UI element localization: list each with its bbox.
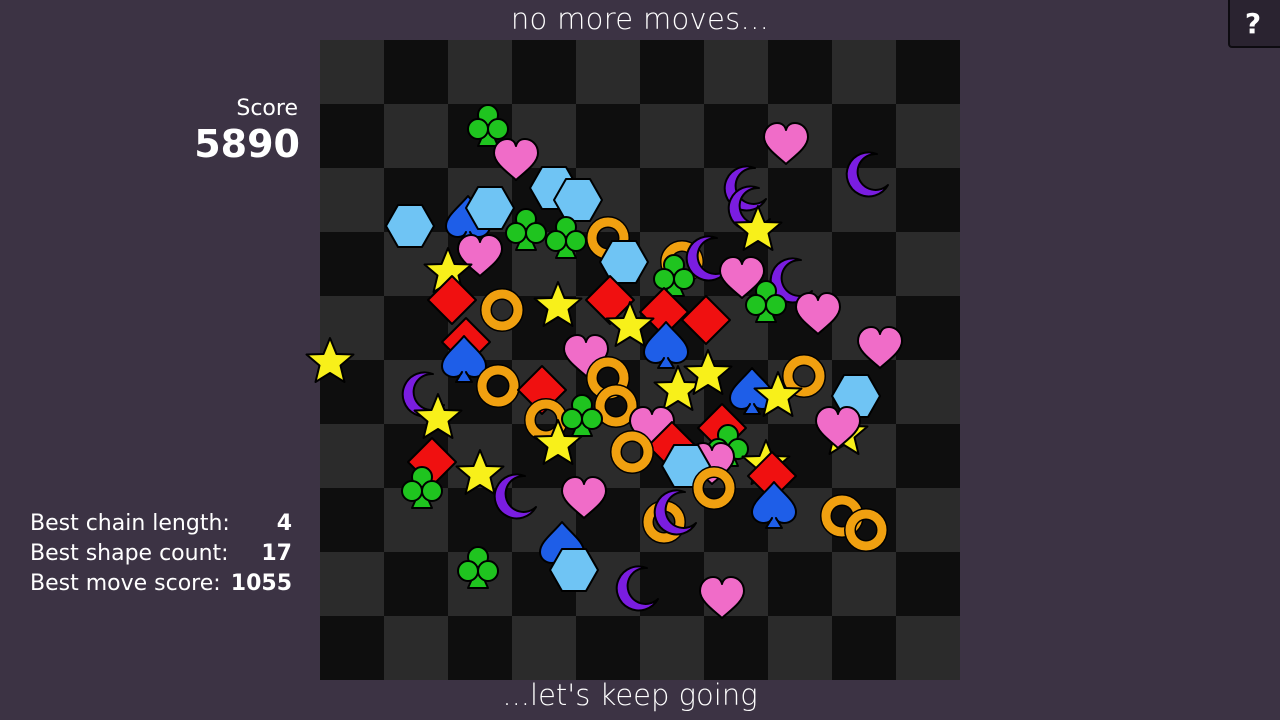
board-cell[interactable] [320,168,384,232]
board-cell[interactable] [320,616,384,680]
board-cell[interactable] [896,424,960,488]
board-cell[interactable] [640,104,704,168]
board-cell[interactable] [320,104,384,168]
board-cell[interactable] [896,616,960,680]
board-cell[interactable] [576,40,640,104]
help-button[interactable]: ? [1228,0,1280,48]
board-cell[interactable] [896,168,960,232]
board-cell[interactable] [448,616,512,680]
board-cell[interactable] [896,552,960,616]
stat-best-chain-length: Best chain length: 4 [30,511,292,541]
board-cell[interactable] [384,40,448,104]
board-cell[interactable] [640,616,704,680]
score-value: 5890 [194,122,300,166]
board-cell[interactable] [320,488,384,552]
stat-best-shape-count: Best shape count: 17 [30,541,292,571]
board-cell[interactable] [832,616,896,680]
board-cell[interactable] [512,616,576,680]
board-cell[interactable] [640,168,704,232]
board-cell[interactable] [384,552,448,616]
board-cell[interactable] [832,168,896,232]
board-cell[interactable] [896,488,960,552]
board-cell[interactable] [896,232,960,296]
board-cell[interactable] [640,40,704,104]
board-cell[interactable] [320,552,384,616]
game-board[interactable] [305,40,960,680]
board-cell[interactable] [320,424,384,488]
board-cell[interactable] [832,552,896,616]
board-cell[interactable] [704,40,768,104]
board-cell[interactable] [384,104,448,168]
board-cell[interactable] [512,40,576,104]
board-cell[interactable] [704,104,768,168]
stat-label: Best move score: [30,571,221,596]
stat-best-move-score: Best move score: 1055 [30,571,292,601]
board-cell[interactable] [448,40,512,104]
board-cell[interactable] [832,232,896,296]
board-cell[interactable] [896,40,960,104]
board-cell[interactable] [896,360,960,424]
board-cell[interactable] [768,40,832,104]
continue-message: ...let's keep going [502,678,758,712]
board-cell[interactable] [576,104,640,168]
board-cell[interactable] [832,40,896,104]
board-cell[interactable] [896,296,960,360]
board-cell[interactable] [768,616,832,680]
score-label: Score [236,96,298,121]
stat-label: Best chain length: [30,511,230,536]
board-cell[interactable] [320,232,384,296]
board-cell[interactable] [704,616,768,680]
board-cell[interactable] [768,552,832,616]
stat-label: Best shape count: [30,541,229,566]
board-canvas[interactable] [280,0,1000,720]
board-cell[interactable] [896,104,960,168]
board-cell[interactable] [384,616,448,680]
board-cell[interactable] [576,616,640,680]
board-cell[interactable] [320,40,384,104]
